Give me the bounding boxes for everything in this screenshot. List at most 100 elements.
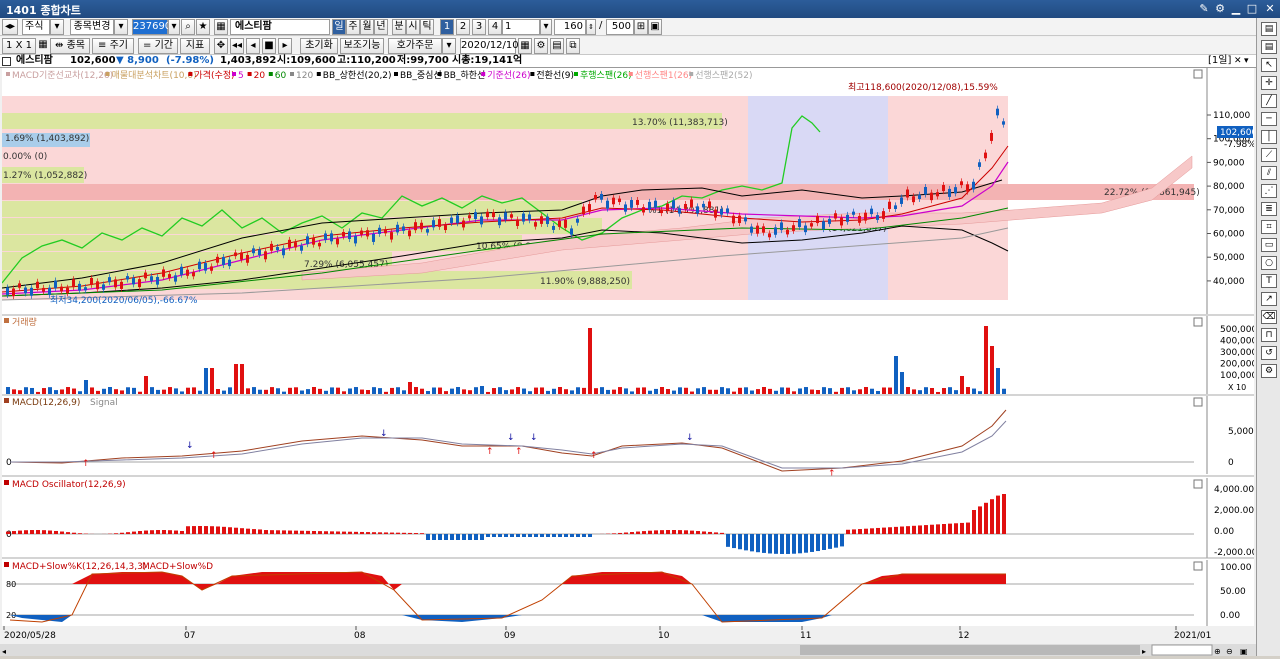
chevron-down-icon[interactable]: ▾ — [1244, 55, 1249, 67]
cross-icon[interactable]: ✛ — [1261, 76, 1277, 90]
cursor-icon[interactable]: ↖ — [1261, 58, 1277, 72]
play-back-icon[interactable]: ◂ — [246, 38, 260, 54]
grid-icon[interactable]: ▦ — [38, 38, 48, 54]
period-minute[interactable]: 분 — [392, 19, 406, 35]
pin-icon[interactable]: ✎ — [1196, 1, 1212, 16]
period-tick[interactable]: 틱 — [420, 19, 434, 35]
copy-icon[interactable]: ⧉ — [566, 38, 580, 54]
chevron-down-icon[interactable]: ▾ — [168, 19, 180, 35]
gann-icon[interactable]: ⌗ — [1261, 220, 1277, 234]
trend-icon[interactable]: ⟋ — [1261, 148, 1277, 162]
chart-area[interactable]: 13.70% (11,383,713) 1.69% (1,403,892) 0.… — [2, 68, 1254, 626]
fan-icon[interactable]: ⋰ — [1261, 184, 1277, 198]
period-week[interactable]: 주 — [346, 19, 360, 35]
line-icon[interactable]: ╱ — [1261, 94, 1277, 108]
zoom-out-icon[interactable]: ⊖ — [1226, 647, 1233, 656]
chevron-down-icon[interactable]: ▾ — [114, 19, 128, 35]
interval-input[interactable]: 1 — [502, 19, 540, 35]
hline-icon[interactable]: ─ — [1261, 112, 1277, 126]
fibo-icon[interactable]: ≣ — [1261, 202, 1277, 216]
legend-item[interactable]: 전환선(9) — [536, 69, 574, 81]
legend-item[interactable]: 5 — [238, 71, 244, 81]
stock-menu-button[interactable]: ⇹ 종목 — [50, 38, 90, 54]
period-hour[interactable]: 시 — [406, 19, 420, 35]
period-month[interactable]: 월 — [360, 19, 374, 35]
legend-item[interactable]: 가격(수정) — [194, 69, 234, 81]
legend-item[interactable]: 기준선(26) — [487, 70, 530, 81]
legend-item[interactable]: 후행스팬(26) — [580, 69, 632, 81]
legend-item[interactable]: BB_중심선 — [400, 70, 442, 81]
rect-icon[interactable]: ▭ — [1261, 238, 1277, 252]
eraser-icon[interactable]: ⌫ — [1261, 310, 1277, 324]
arrow-icon[interactable]: ↗ — [1261, 292, 1277, 306]
gear-icon[interactable]: ⚙ — [534, 38, 548, 54]
search-icon[interactable]: ⌕ — [181, 19, 195, 35]
minimize-button[interactable]: ▁ — [1228, 1, 1244, 16]
scroll-left-icon[interactable]: ◂ — [2, 647, 6, 656]
text-icon[interactable]: T — [1261, 274, 1277, 288]
channel-icon[interactable]: ⫽ — [1261, 166, 1277, 180]
legend-item[interactable]: 선행스팬2(52) — [695, 69, 752, 81]
rewind-icon[interactable]: ◂◂ — [230, 38, 244, 54]
circle-icon[interactable]: ○ — [1261, 256, 1277, 270]
legend-item[interactable]: MACD기준선교차(12,26) — [12, 69, 113, 81]
panel-maximize-icon[interactable] — [1194, 398, 1202, 406]
cycle-menu-button[interactable]: ≡ 주기 — [92, 38, 134, 54]
num-3[interactable]: 3 — [472, 19, 486, 35]
settings-icon[interactable]: ⚙ — [1212, 1, 1228, 16]
zoom-slider[interactable] — [1152, 645, 1212, 655]
legend-item[interactable]: 20 — [254, 71, 266, 81]
period-year[interactable]: 년 — [374, 19, 388, 35]
move-icon[interactable]: ✥ — [214, 38, 228, 54]
chevron-down-icon[interactable]: ▾ — [540, 19, 552, 35]
order-button[interactable]: 호가주문 — [388, 38, 442, 54]
num-1[interactable]: 1 — [440, 19, 454, 35]
checkbox-icon[interactable] — [2, 57, 11, 66]
calendar-icon[interactable]: ▦ — [518, 38, 532, 54]
num-4[interactable]: 4 — [488, 19, 502, 35]
settings-icon[interactable]: ⚙ — [1261, 364, 1277, 378]
add-window-icon[interactable]: ⊞ — [634, 19, 648, 35]
prev-next-icon[interactable]: ◂▸ — [2, 19, 18, 35]
stop-icon[interactable]: ■ — [262, 38, 276, 54]
maximize-button[interactable]: □ — [1244, 1, 1260, 16]
stock-code-input[interactable]: 237690 — [132, 19, 168, 35]
legend-item[interactable]: 120 — [296, 71, 313, 81]
legend-item[interactable]: 60 — [275, 71, 287, 81]
magnet-icon[interactable]: ⊓ — [1261, 328, 1277, 342]
chevron-down-icon[interactable]: ▾ — [442, 38, 456, 54]
close-button[interactable]: ✕ — [1262, 1, 1278, 16]
layout-button[interactable]: 1 X 1 — [2, 38, 36, 54]
undo-icon[interactable]: ↺ — [1261, 346, 1277, 360]
aux-button[interactable]: 보조기능 — [340, 38, 384, 54]
change-stock-select[interactable]: 종목변경 — [70, 19, 114, 35]
legend-item[interactable]: BB_하한선 — [444, 70, 486, 81]
image-icon[interactable]: ▤ — [550, 38, 564, 54]
all-icon[interactable]: ▤ — [1261, 22, 1277, 36]
legend-item[interactable]: BB_상한선(20,2) — [323, 70, 392, 81]
count-input[interactable]: 160 — [554, 19, 586, 35]
panel-maximize-icon[interactable] — [1194, 318, 1202, 326]
scrollbar-thumb[interactable] — [800, 645, 1140, 655]
legend-item[interactable]: 선행스팬1(26) — [635, 69, 692, 81]
grid-icon[interactable]: ▦ — [214, 19, 228, 35]
save-icon[interactable]: ▣ — [648, 19, 662, 35]
scroll-right-icon[interactable]: ▸ — [1142, 647, 1146, 656]
play-icon[interactable]: ▸ — [278, 38, 292, 54]
star-icon[interactable]: ★ — [196, 19, 210, 35]
zoom-in-icon[interactable]: ⊕ — [1214, 647, 1221, 656]
num-2[interactable]: 2 — [456, 19, 470, 35]
category-select[interactable]: 주식 — [22, 19, 50, 35]
indicator-menu-button[interactable]: 지표 — [180, 38, 210, 54]
reset-button[interactable]: 초기화 — [300, 38, 338, 54]
legend-item[interactable]: 매물대분석차트(10,0) — [112, 69, 197, 81]
all-icon[interactable]: ▤ — [1261, 40, 1277, 54]
range-menu-button[interactable]: = 기간 — [138, 38, 178, 54]
spinner-icon[interactable]: ⇕ — [586, 19, 596, 35]
period-day[interactable]: 일 — [332, 19, 346, 35]
chevron-down-icon[interactable]: ▾ — [50, 19, 64, 35]
vline-icon[interactable]: │ — [1261, 130, 1277, 144]
panel-maximize-icon[interactable] — [1194, 480, 1202, 488]
fit-icon[interactable]: ▣ — [1240, 647, 1248, 656]
panel-maximize-icon[interactable] — [1194, 562, 1202, 570]
